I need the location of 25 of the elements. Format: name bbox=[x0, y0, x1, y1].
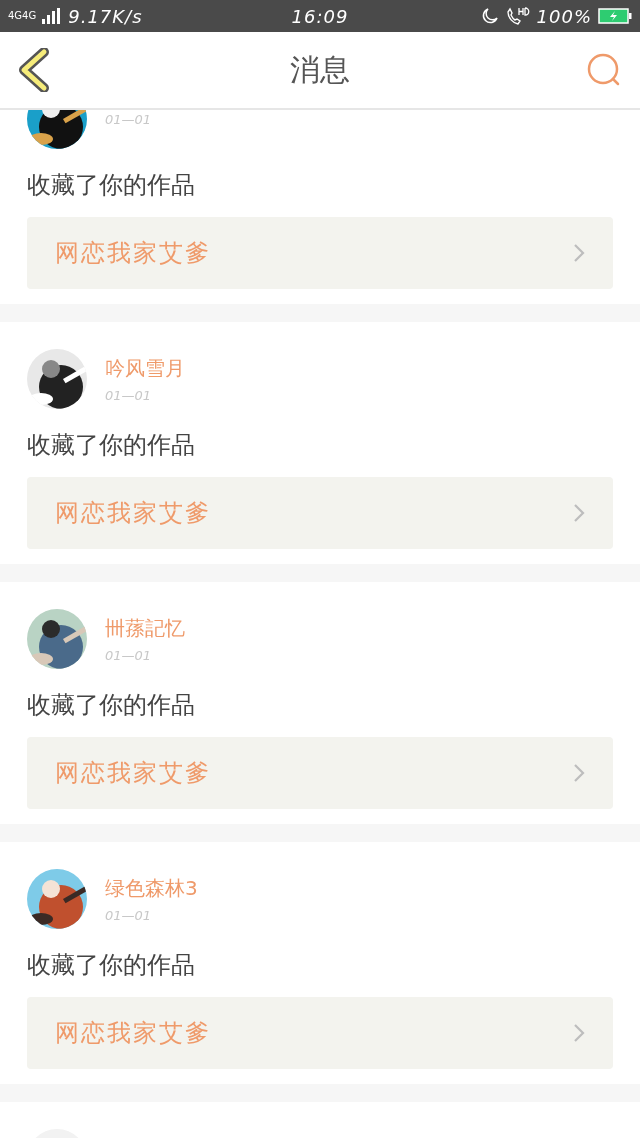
activity-text: 收藏了你的作品 bbox=[27, 430, 196, 461]
activity-text: 收藏了你的作品 bbox=[27, 170, 196, 201]
network-label: 4G4G bbox=[8, 11, 37, 21]
work-link[interactable]: 网恋我家艾爹 bbox=[27, 737, 613, 809]
chevron-icon bbox=[573, 763, 585, 783]
network-speed: 9.17K/s bbox=[68, 5, 143, 27]
page-title: 消息 bbox=[290, 50, 350, 89]
username[interactable]: 绿色森林3 bbox=[105, 875, 198, 902]
moon-icon bbox=[480, 7, 499, 25]
username[interactable]: 卌蓀記忆 bbox=[105, 615, 185, 642]
back-button[interactable] bbox=[18, 48, 50, 92]
chevron-icon bbox=[573, 243, 585, 263]
battery-percent: 100% bbox=[536, 5, 592, 27]
chevron-icon bbox=[573, 1023, 585, 1043]
activity-text: 收藏了你的作品 bbox=[27, 950, 196, 981]
clock: 16:09 bbox=[291, 5, 349, 27]
work-link[interactable]: 网恋我家艾爹 bbox=[27, 997, 613, 1069]
work-link[interactable]: 网恋我家艾爹 bbox=[27, 477, 613, 549]
activity-text: 收藏了你的作品 bbox=[27, 690, 196, 721]
username[interactable]: 吟风雪月 bbox=[105, 355, 185, 382]
battery-icon bbox=[598, 8, 632, 24]
chevron-icon bbox=[573, 503, 585, 523]
work-link[interactable]: 网恋我家艾爹 bbox=[27, 217, 613, 289]
signal-icon bbox=[42, 8, 63, 24]
phone-hd-icon bbox=[504, 6, 531, 26]
